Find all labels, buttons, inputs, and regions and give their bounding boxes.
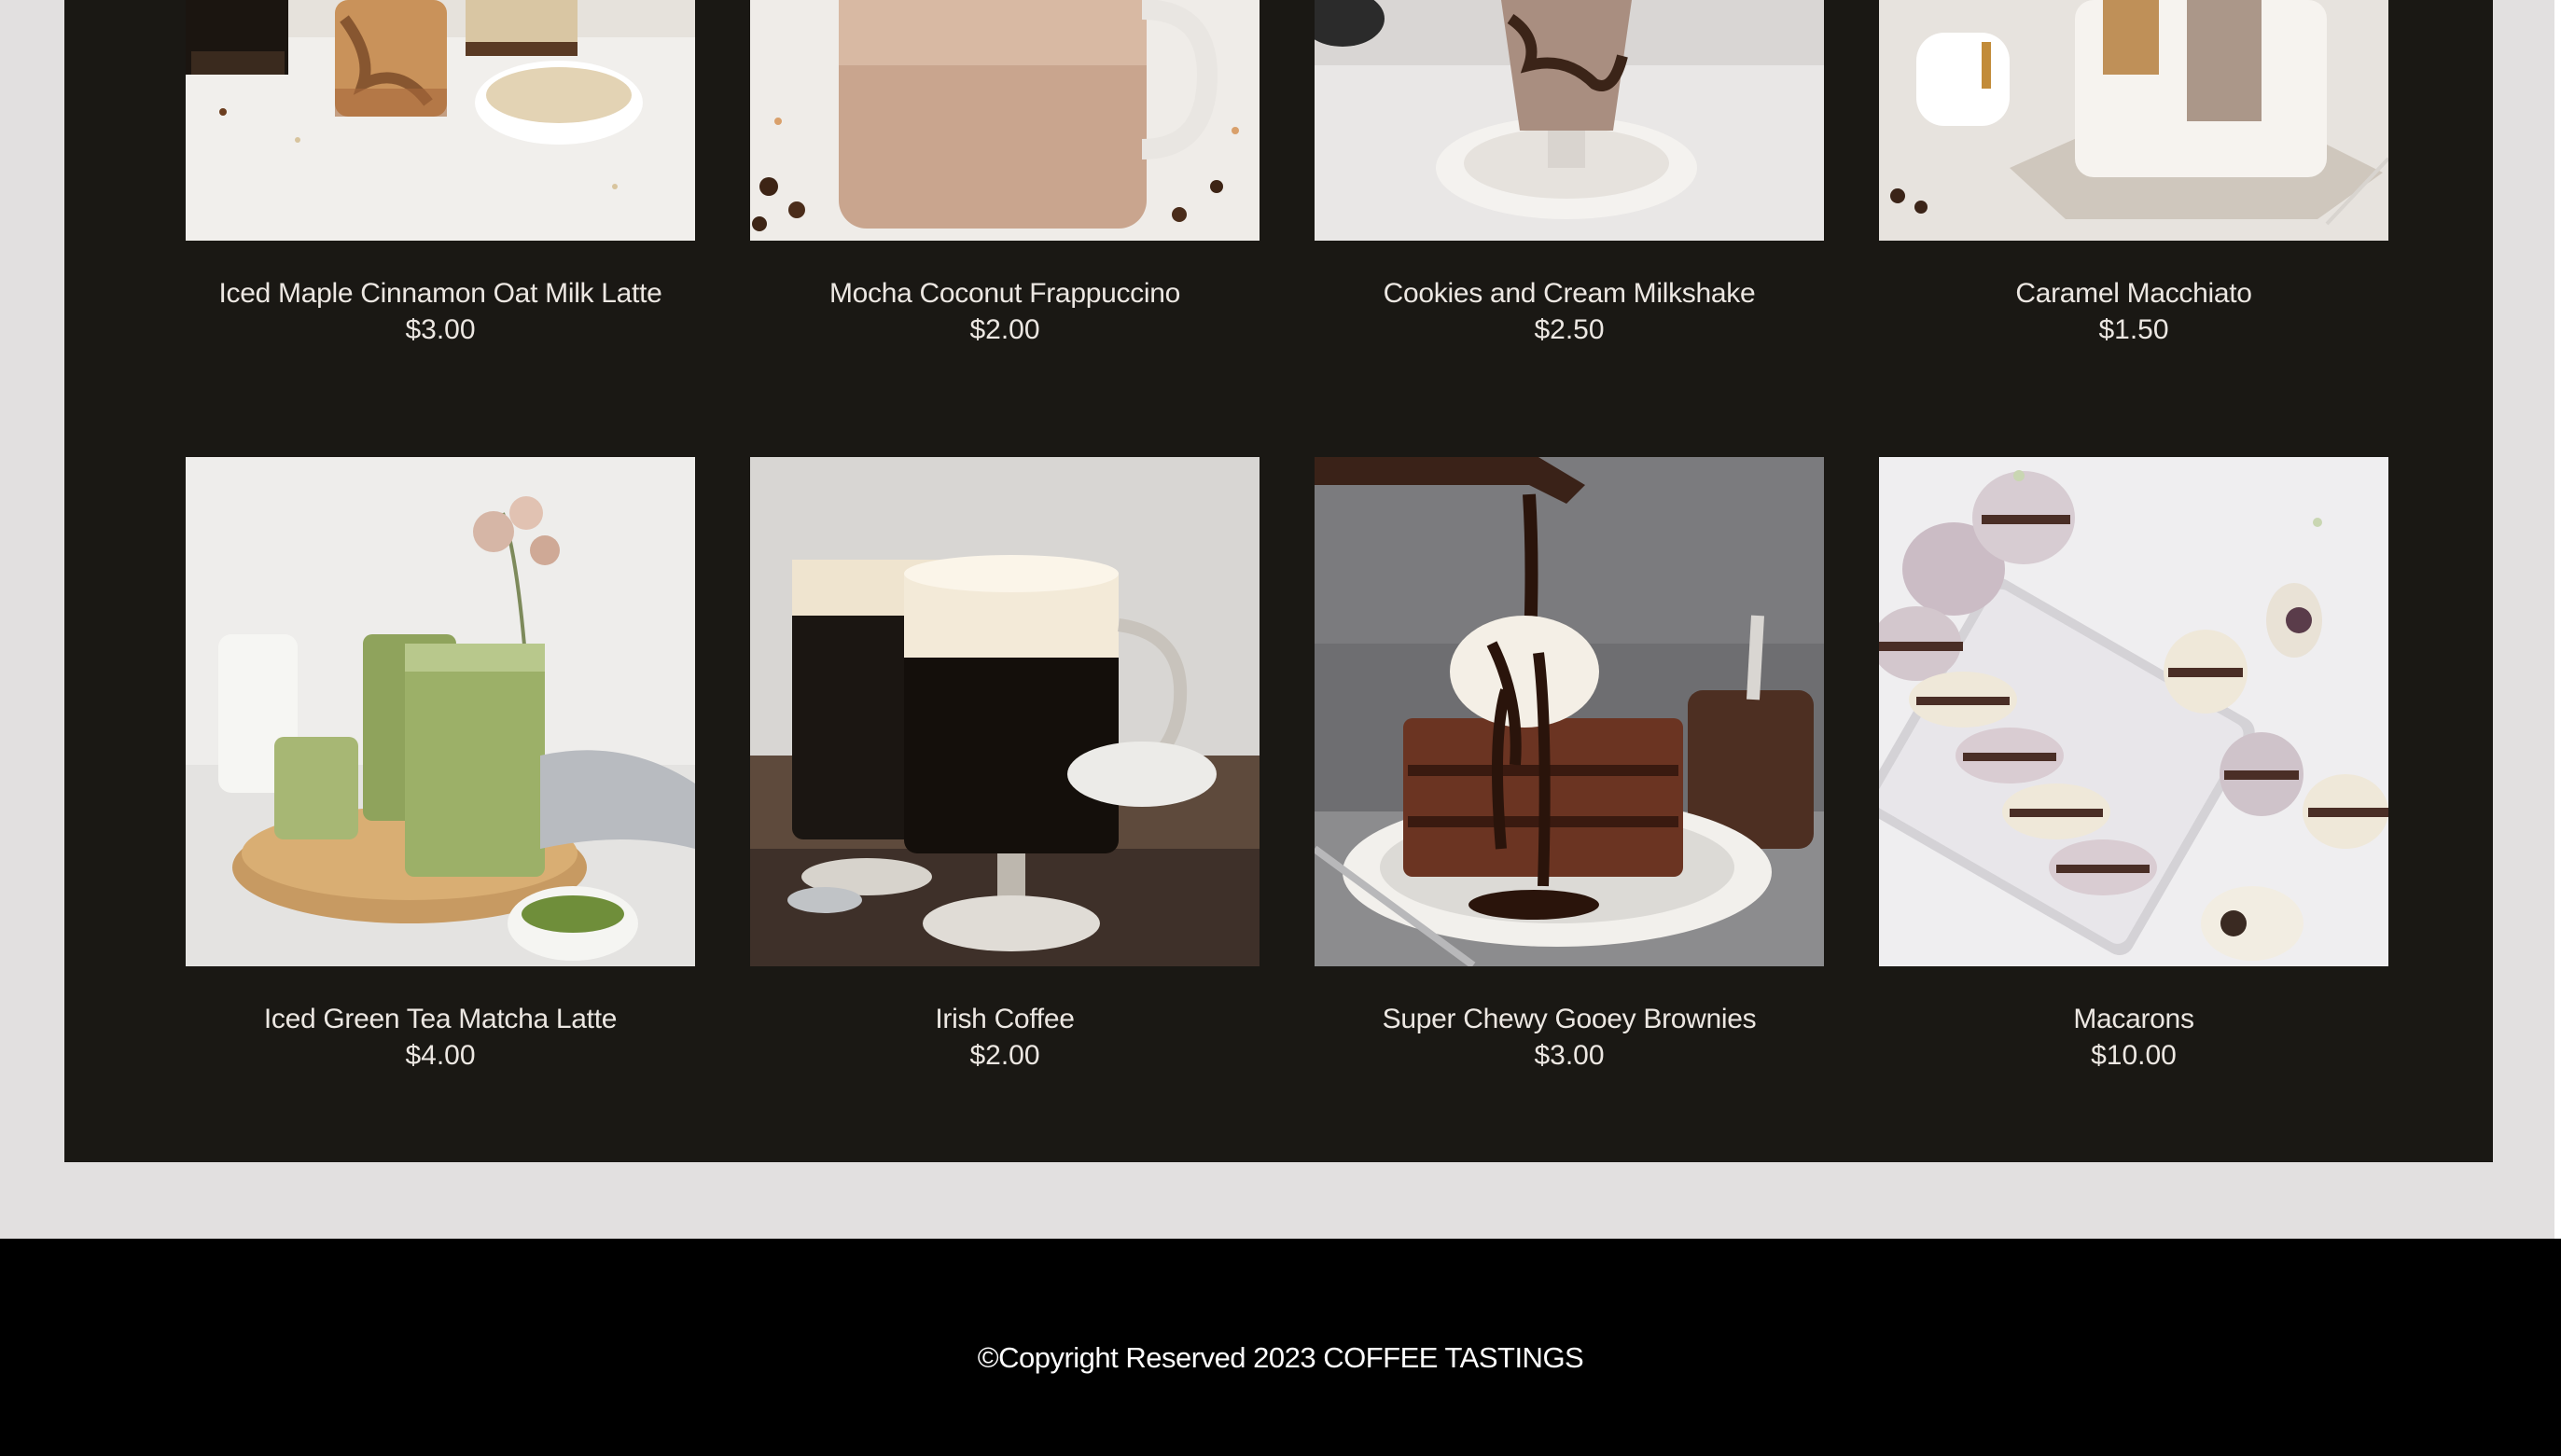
product-photo-macarons[interactable] [1879,457,2388,966]
product-name[interactable]: Iced Maple Cinnamon Oat Milk Latte [148,278,732,310]
product-photo-gooey-brownies[interactable] [1315,457,1824,966]
product-price: $2.00 [969,1040,1040,1071]
product-photo-cookies-milkshake[interactable] [1315,0,1824,241]
product-name[interactable]: Macarons [1842,1004,2426,1035]
product-name[interactable]: Cookies and Cream Milkshake [1277,278,1861,310]
product-price: $3.00 [1534,1040,1605,1071]
product-price: $4.00 [405,1040,476,1071]
menu-section: Iced Maple Cinnamon Oat Milk Latte $3.00 [64,0,2493,1162]
product-price: $10.00 [2091,1040,2177,1071]
product-photo-matcha-latte[interactable] [186,457,695,966]
product-name[interactable]: Iced Green Tea Matcha Latte [148,1004,732,1035]
product-name[interactable]: Caramel Macchiato [1842,278,2426,310]
product-price: $2.00 [969,314,1040,345]
product-name[interactable]: Irish Coffee [713,1004,1297,1035]
product-name[interactable]: Mocha Coconut Frappuccino [713,278,1297,310]
footer: ©Copyright Reserved 2023 COFFEE TASTINGS [0,1239,2561,1456]
page: Iced Maple Cinnamon Oat Milk Latte $3.00 [0,0,2561,1456]
scrollbar-track[interactable] [2554,0,2561,1239]
product-price: $1.50 [2098,314,2169,345]
product-photo-irish-coffee[interactable] [750,457,1260,966]
product-price: $2.50 [1534,314,1605,345]
product-name[interactable]: Super Chewy Gooey Brownies [1277,1004,1861,1035]
product-photo-caramel-macchiato[interactable] [1879,0,2388,241]
copyright-text: ©Copyright Reserved 2023 COFFEE TASTINGS [977,1341,1584,1374]
product-price: $3.00 [405,314,476,345]
product-photo-mocha-frappuccino[interactable] [750,0,1260,241]
product-photo-iced-maple-latte[interactable] [186,0,695,241]
